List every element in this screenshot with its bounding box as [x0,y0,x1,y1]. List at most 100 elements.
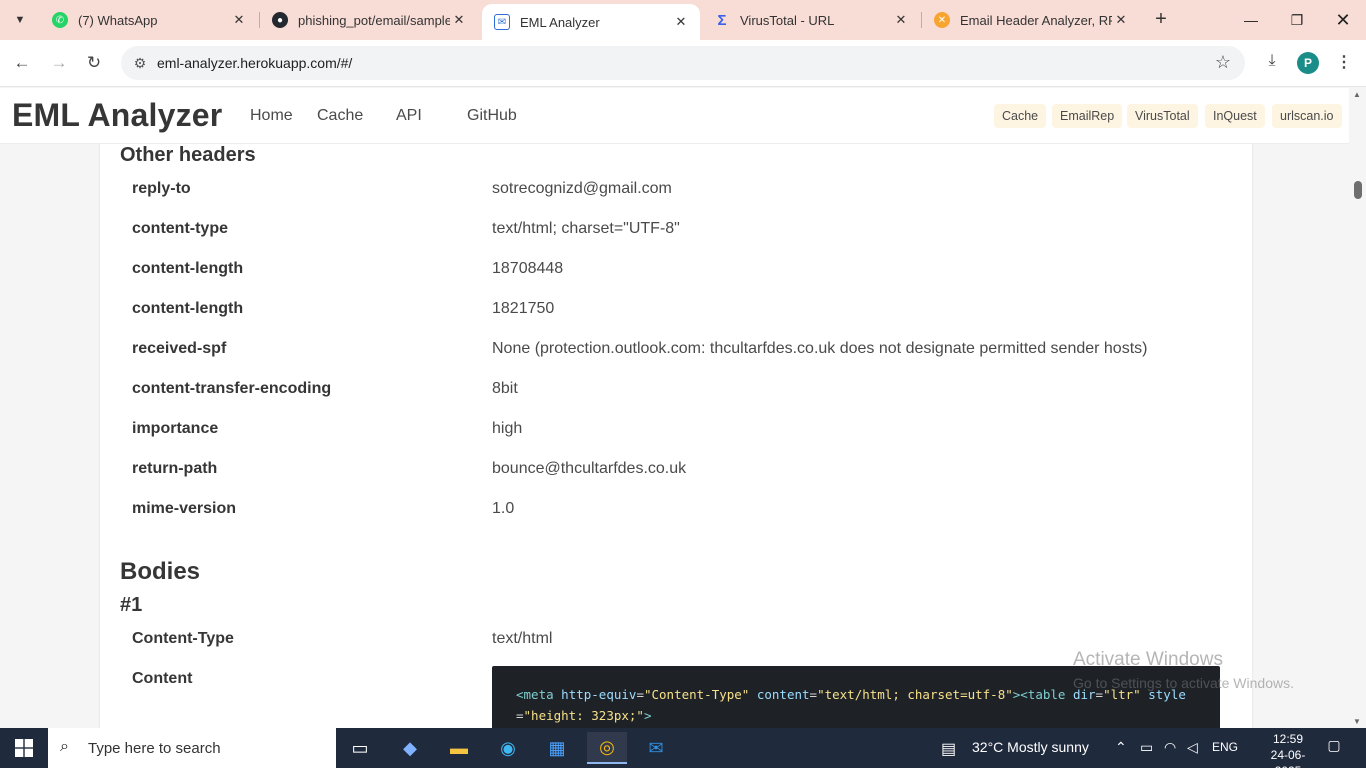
close-window-button[interactable]: ✕ [1331,8,1355,32]
nav-home[interactable]: Home [250,107,293,125]
tag-emailrep[interactable]: EmailRep [1052,104,1123,128]
header-value: text/html; charset="UTF-8" [492,220,680,237]
content-type-value: text/html [492,630,553,647]
tab-eml-analyzer[interactable]: ✉ EML Analyzer ✕ [482,4,700,40]
header-value: 8bit [492,380,518,397]
address-bar[interactable]: ⚙ eml-analyzer.herokuapp.com/#/ ☆ [121,46,1245,80]
browser-toolbar: ← → ↻ ⚙ eml-analyzer.herokuapp.com/#/ ☆ … [0,40,1366,87]
tab-title: EML Analyzer [520,14,600,30]
tab-strip: ▼ ✆ (7) WhatsApp ✕ ● phishing_pot/email/… [0,0,1366,40]
back-button[interactable]: ← [10,51,34,75]
site-navbar: EML Analyzer Home Cache API GitHub Cache… [0,88,1349,144]
header-value: high [492,420,523,437]
volume-icon[interactable]: ◁ [1187,739,1198,756]
forward-button[interactable]: → [47,51,71,75]
weather-icon[interactable]: ▤ [941,739,956,759]
language-indicator[interactable]: ENG [1212,740,1238,754]
menu-icon[interactable]: ⋮ [1334,52,1354,74]
start-button[interactable] [0,728,48,768]
notification-icon[interactable]: ▢ [1324,737,1344,757]
minimize-button[interactable]: — [1239,8,1263,32]
site-info-icon[interactable]: ⚙ [131,54,149,72]
header-value: 1821750 [492,300,555,317]
tab-whatsapp[interactable]: ✆ (7) WhatsApp ✕ [40,0,258,40]
file-explorer-icon[interactable]: ▬ [439,732,479,764]
header-key: received-spf [132,340,227,357]
header-value: 18708448 [492,260,564,277]
nav-cache[interactable]: Cache [317,107,363,125]
nav-api[interactable]: API [396,107,422,125]
tab-title: (7) WhatsApp [78,12,158,28]
tag-urlscan[interactable]: urlscan.io [1272,104,1342,128]
profile-avatar[interactable]: P [1297,52,1319,74]
wifi-icon[interactable]: ◠ [1164,739,1176,756]
battery-icon[interactable]: ▭ [1140,739,1153,756]
store-icon[interactable]: ▦ [537,732,577,764]
windows-logo-icon [15,739,33,757]
tab-title: Email Header Analyzer, RFC8 [960,12,1112,28]
code-token: ><table [1012,687,1066,702]
search-placeholder: Type here to search [88,739,221,757]
restore-button[interactable]: ❐ [1285,8,1309,32]
header-key: importance [132,420,219,437]
brand-logo[interactable]: EML Analyzer [12,97,222,134]
tab-virustotal[interactable]: Σ VirusTotal - URL ✕ [702,0,920,40]
mail-icon: ✉ [494,14,510,30]
header-value: None (protection.outlook.com: thcultarfd… [492,340,1148,357]
code-attr: content [756,687,810,702]
clock-date: 24-06-2025 [1270,748,1306,768]
bookmark-star-icon[interactable]: ☆ [1215,52,1231,73]
tab-title: phishing_pot/email/sample- [298,12,450,28]
header-key: content-transfer-encoding [132,380,332,397]
whatsapp-icon: ✆ [52,12,68,28]
code-string: "Content-Type" [643,687,750,702]
bodies-title: Bodies [120,558,201,585]
tag-inquest[interactable]: InQuest [1205,104,1265,128]
close-icon[interactable]: ✕ [230,11,248,29]
header-key: content-length [132,300,244,317]
page-scrollbar[interactable]: ▲ ▼ [1349,88,1366,728]
tag-virustotal[interactable]: VirusTotal [1127,104,1198,128]
tab-github[interactable]: ● phishing_pot/email/sample- ✕ [260,0,478,40]
code-string: "text/html; charset=utf-8" [817,687,1013,702]
chrome-icon[interactable]: ◎ [587,732,627,764]
reload-button[interactable]: ↻ [82,51,106,75]
other-headers-title: Other headers [120,144,256,166]
header-value: sotrecognizd@gmail.com [492,180,672,197]
close-icon[interactable]: ✕ [892,11,910,29]
code-token: > [643,708,652,723]
watermark-line1: Activate Windows [1073,649,1223,670]
header-key: return-path [132,460,218,477]
nav-github[interactable]: GitHub [467,107,517,125]
search-icon: ⌕ [60,738,69,755]
download-icon[interactable]: ⤓ [1261,52,1283,74]
scroll-up-arrow-icon[interactable]: ▲ [1353,90,1361,99]
url-text[interactable]: eml-analyzer.herokuapp.com/#/ [157,55,352,71]
close-icon[interactable]: ✕ [672,13,690,31]
copilot-icon[interactable]: ◆ [390,732,430,764]
close-icon[interactable]: ✕ [450,11,468,29]
activate-windows-watermark: Activate Windows Go to Settings to activ… [1073,649,1294,691]
code-token: <meta [516,687,554,702]
header-key: content-type [132,220,228,237]
virustotal-icon: Σ [717,11,727,29]
close-icon[interactable]: ✕ [1112,11,1130,29]
body-index: #1 [120,594,143,616]
clock[interactable]: 12:59 24-06-2025 [1258,731,1318,768]
tag-cache[interactable]: Cache [994,104,1047,128]
chevron-up-icon[interactable]: ⌃ [1115,739,1127,756]
tab-search-button[interactable]: ▼ [8,8,32,32]
tab-email-header-analyzer[interactable]: ✕ Email Header Analyzer, RFC8 ✕ [922,0,1140,40]
page-viewport: EML Analyzer Home Cache API GitHub Cache… [0,88,1366,728]
outlook-icon[interactable]: ✉ [636,732,676,764]
taskbar-search-box[interactable]: ⌕ Type here to search [48,728,336,768]
windows-taskbar: ⌕ Type here to search ▭ ◆ ▬ ◉ ▦ ◎ ✉ ▤ 32… [0,728,1366,768]
scrollbar-thumb[interactable] [1354,181,1362,199]
header-value: 1.0 [492,500,515,517]
scroll-down-arrow-icon[interactable]: ▼ [1353,717,1361,726]
edge-icon[interactable]: ◉ [488,732,528,764]
task-view-icon[interactable]: ▭ [340,732,380,764]
new-tab-button[interactable]: + [1150,9,1172,31]
weather-text[interactable]: 32°C Mostly sunny [972,739,1089,755]
watermark-line2: Go to Settings to activate Windows. [1073,675,1294,691]
